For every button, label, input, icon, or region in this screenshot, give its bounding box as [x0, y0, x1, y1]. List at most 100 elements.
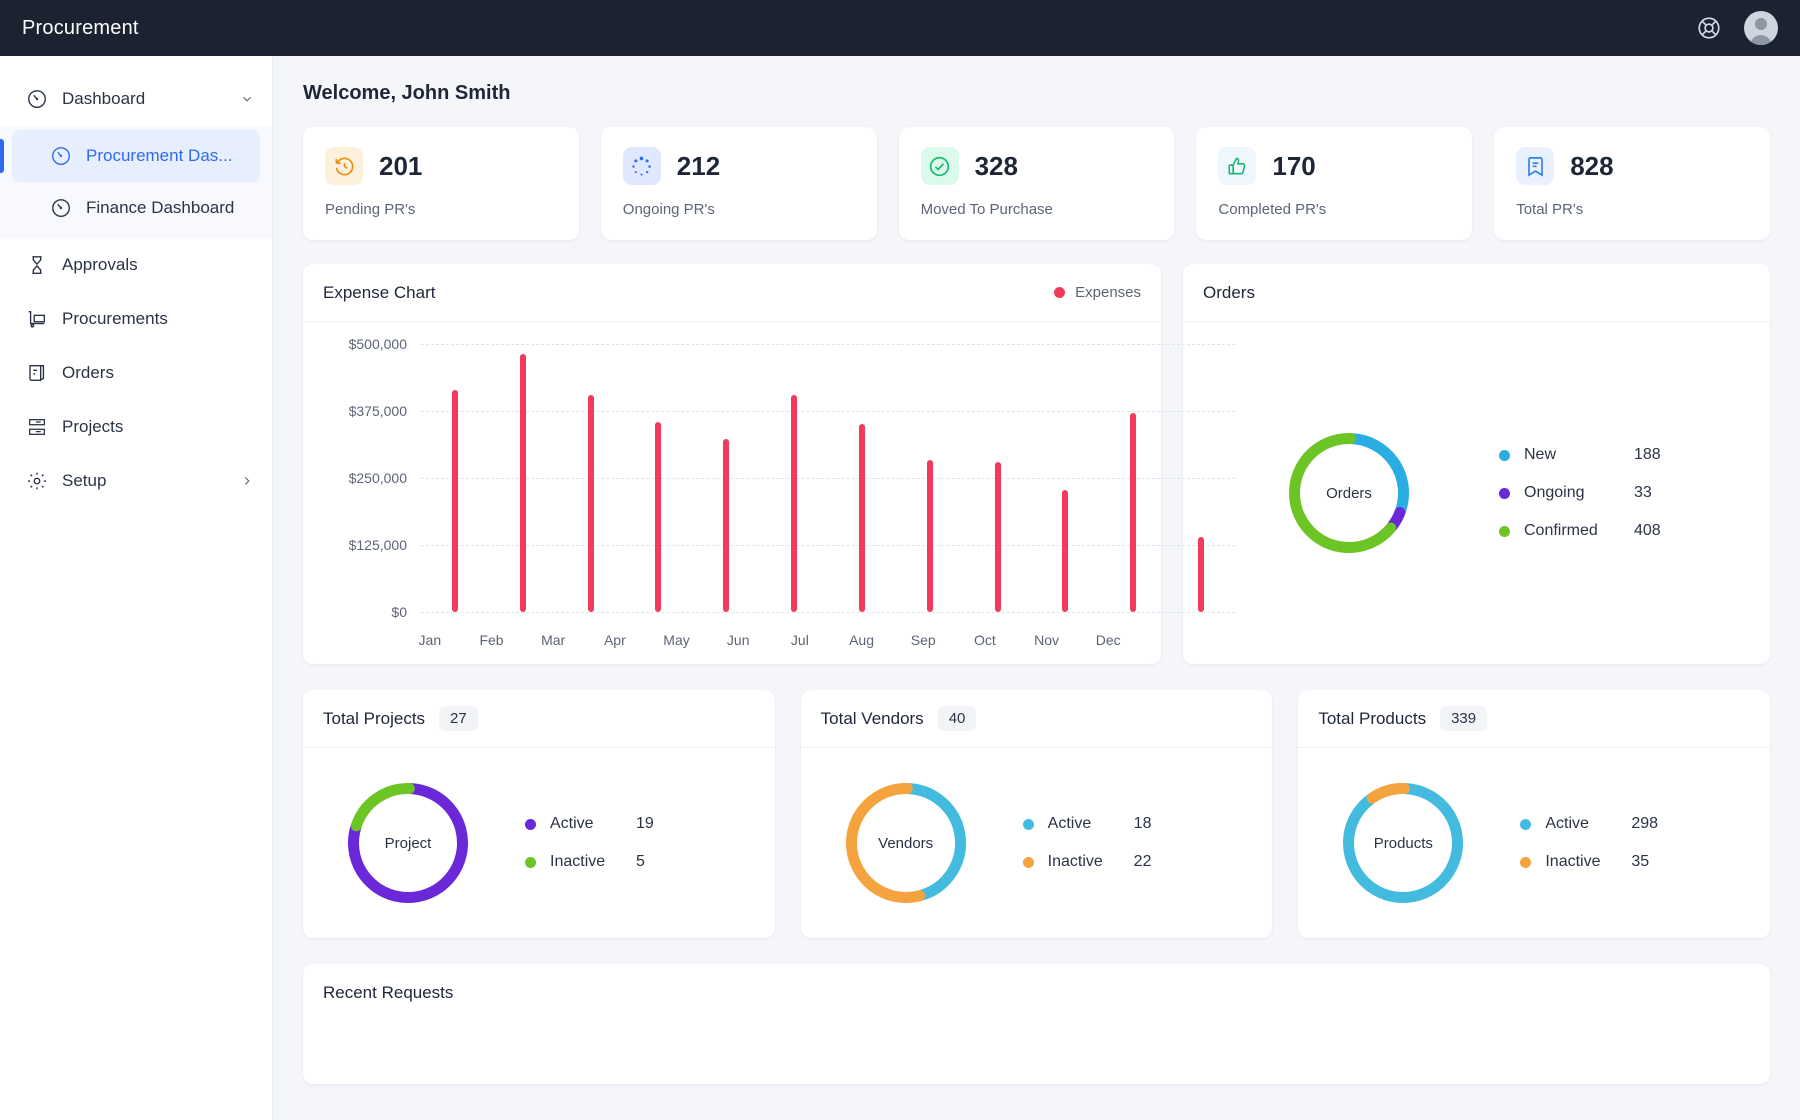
- expense-chart-card: Expense Chart Expenses $500,000$375,000$…: [303, 264, 1161, 664]
- x-axis-tick-label: Aug: [831, 632, 893, 648]
- legend-label: Inactive: [1545, 853, 1631, 871]
- bar[interactable]: [995, 462, 1001, 612]
- bar[interactable]: [520, 354, 526, 612]
- bar-cell: [489, 344, 557, 612]
- donut-segment[interactable]: [1373, 789, 1405, 799]
- legend-row[interactable]: Confirmed408: [1499, 522, 1661, 540]
- legend-row[interactable]: Active298: [1520, 815, 1658, 833]
- x-axis-tick-label: Dec: [1077, 632, 1139, 648]
- total-products-card: Total Products 339 Products Active298 Ina…: [1298, 690, 1770, 938]
- card-title: Expense Chart: [323, 283, 435, 303]
- bar[interactable]: [655, 422, 661, 612]
- bar[interactable]: [1062, 490, 1068, 612]
- x-axis-tick-label: Jun: [707, 632, 769, 648]
- legend-row[interactable]: Inactive35: [1520, 853, 1658, 871]
- gauge-finance-icon: [50, 197, 72, 219]
- bar-cell: [964, 344, 1032, 612]
- y-axis-tick-label: $250,000: [349, 470, 421, 486]
- recent-requests-header: Recent Requests: [303, 964, 1770, 1022]
- bar[interactable]: [452, 390, 458, 612]
- legend-label: Expenses: [1075, 284, 1141, 301]
- legend-row[interactable]: Active18: [1023, 815, 1152, 833]
- sidebar-item-approvals[interactable]: Approvals: [0, 238, 272, 292]
- legend-label: New: [1524, 446, 1634, 464]
- gear-setup-icon: [26, 470, 48, 492]
- expense-legend[interactable]: Expenses: [1054, 284, 1141, 301]
- sidebar-item-label: Finance Dashboard: [86, 198, 234, 218]
- sidebar-item-label: Setup: [62, 471, 106, 491]
- bar-cell: [692, 344, 760, 612]
- status-badge: 27: [439, 706, 478, 731]
- sidebar-item-label: Procurement Das...: [86, 146, 232, 166]
- orders-legend: New188 Ongoing33 Confirmed408: [1499, 446, 1661, 540]
- bar-cell: [828, 344, 896, 612]
- bar-cell: [557, 344, 625, 612]
- total-projects-header: Total Projects 27: [303, 690, 775, 748]
- y-axis-tick-label: $500,000: [349, 336, 421, 352]
- check-circle-icon: [921, 147, 959, 185]
- chevron-right-icon[interactable]: [240, 474, 254, 488]
- orders-donut-chart[interactable]: Orders: [1239, 418, 1459, 568]
- bar[interactable]: [1198, 537, 1204, 612]
- products-donut-chart[interactable]: Products: [1308, 768, 1498, 918]
- projects-donut-chart[interactable]: Project: [313, 768, 503, 918]
- card-title: Recent Requests: [323, 983, 453, 1003]
- card-title: Total Products: [1318, 709, 1426, 729]
- legend-row[interactable]: Ongoing33: [1499, 484, 1661, 502]
- bar[interactable]: [1130, 413, 1136, 612]
- bar-cell: [1167, 344, 1235, 612]
- chevron-down-icon[interactable]: [240, 92, 254, 106]
- total-vendors-header: Total Vendors 40: [801, 690, 1273, 748]
- legend-row[interactable]: Inactive22: [1023, 853, 1152, 871]
- legend-color-swatch: [1054, 287, 1065, 298]
- sidebar-item-procurements[interactable]: Procurements: [0, 292, 272, 346]
- orders-card-header: Orders: [1183, 264, 1770, 322]
- sidebar-item-orders[interactable]: Orders: [0, 346, 272, 400]
- sidebar-item-setup[interactable]: Setup: [0, 454, 272, 508]
- history-clock-icon: [325, 147, 363, 185]
- main-content: Welcome, John Smith 201 Pending PR's: [273, 56, 1800, 1120]
- bar[interactable]: [723, 439, 729, 612]
- legend-color-swatch: [1499, 526, 1510, 537]
- bar-cell: [760, 344, 828, 612]
- active-indicator: [0, 139, 4, 173]
- gauge-dashboard-icon: [26, 88, 48, 110]
- bar[interactable]: [791, 395, 797, 612]
- orders-donut-wrap: Orders New188 Ongoing33 Confirmed408: [1183, 322, 1770, 664]
- donut-segment[interactable]: [356, 789, 409, 826]
- gauge-dashboard-icon: [50, 145, 72, 167]
- bar[interactable]: [927, 460, 933, 612]
- avatar[interactable]: [1744, 11, 1778, 45]
- kpi-card-moved-to-purchase[interactable]: 328 Moved To Purchase: [899, 127, 1175, 240]
- vendors-donut-chart[interactable]: Vendors: [811, 768, 1001, 918]
- legend-value: 22: [1134, 853, 1152, 871]
- status-badge: 40: [938, 706, 977, 731]
- kpi-label: Total PR's: [1516, 201, 1748, 218]
- bar-cell: [624, 344, 692, 612]
- legend-row[interactable]: Inactive5: [525, 853, 654, 871]
- total-products-header: Total Products 339: [1298, 690, 1770, 748]
- sidebar-item-projects[interactable]: Projects: [0, 400, 272, 454]
- sidebar-item-finance-dashboard[interactable]: Finance Dashboard: [12, 182, 260, 234]
- legend-row[interactable]: Active19: [525, 815, 654, 833]
- total-vendors-card: Total Vendors 40 Vendors Active18 Inactiv…: [801, 690, 1273, 938]
- kpi-card-ongoing-prs[interactable]: 212 Ongoing PR's: [601, 127, 877, 240]
- spinner-loading-icon: [623, 147, 661, 185]
- bar[interactable]: [859, 424, 865, 612]
- card-title: Total Vendors: [821, 709, 924, 729]
- legend-value: 33: [1634, 484, 1652, 502]
- kpi-card-completed-prs[interactable]: 170 Completed PR's: [1196, 127, 1472, 240]
- sidebar-item-dashboard[interactable]: Dashboard: [0, 72, 272, 126]
- lifebuoy-help-icon[interactable]: [1696, 15, 1722, 41]
- legend-row[interactable]: New188: [1499, 446, 1661, 464]
- legend-value: 19: [636, 815, 654, 833]
- kpi-card-pending-prs[interactable]: 201 Pending PR's: [303, 127, 579, 240]
- y-axis-tick-label: $0: [391, 604, 421, 620]
- expense-chart-header: Expense Chart Expenses: [303, 264, 1161, 322]
- sidebar-item-label: Dashboard: [62, 89, 145, 109]
- kpi-card-total-prs[interactable]: 828 Total PR's: [1494, 127, 1770, 240]
- bar[interactable]: [588, 395, 594, 612]
- sidebar-item-procurement-dashboard[interactable]: Procurement Das...: [12, 130, 260, 182]
- bar-cell: [896, 344, 964, 612]
- products-legend: Active298 Inactive35: [1520, 815, 1658, 871]
